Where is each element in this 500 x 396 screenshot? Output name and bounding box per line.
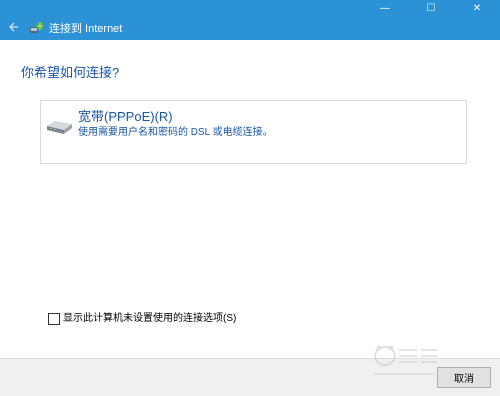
option-description: 使用需要用户名和密码的 DSL 或电缆连接。 bbox=[78, 127, 273, 138]
checkbox-label: 显示此计算机未设置使用的连接选项(S) bbox=[63, 313, 237, 324]
option-title: 宽带(PPPoE)(R) bbox=[78, 109, 173, 124]
modem-icon bbox=[47, 121, 72, 134]
watermark-logo bbox=[373, 345, 437, 375]
show-unconfigured-options-checkbox[interactable] bbox=[48, 312, 60, 325]
window-controls: — ☐ ✕ bbox=[362, 0, 500, 16]
show-unconfigured-options-row[interactable]: 显示此计算机未设置使用的连接选项(S) bbox=[48, 312, 236, 325]
connect-to-internet-window: — ☐ ✕ 连接到 Internet 你希望如何连接? 宽带(PPPoE)(R)… bbox=[0, 0, 500, 396]
window-title: 连接到 Internet bbox=[49, 23, 123, 35]
network-globe-icon bbox=[30, 22, 44, 33]
maximize-button[interactable]: ☐ bbox=[408, 0, 454, 16]
page-heading: 你希望如何连接? bbox=[21, 65, 120, 80]
cancel-button[interactable]: 取消 bbox=[437, 367, 491, 388]
back-arrow-icon bbox=[9, 22, 18, 32]
close-button[interactable]: ✕ bbox=[454, 0, 500, 16]
broadband-pppoe-option[interactable]: 宽带(PPPoE)(R) 使用需要用户名和密码的 DSL 或电缆连接。 bbox=[40, 100, 467, 164]
minimize-button[interactable]: — bbox=[362, 0, 408, 16]
title-bar: — ☐ ✕ 连接到 Internet bbox=[0, 0, 500, 40]
back-button[interactable] bbox=[6, 20, 20, 34]
